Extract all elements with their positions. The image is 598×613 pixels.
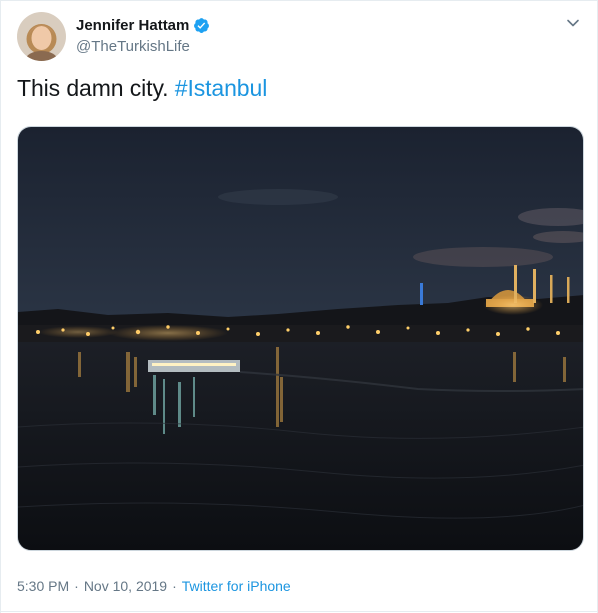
avatar[interactable] <box>17 12 66 61</box>
meta-separator: · <box>74 578 79 594</box>
tweet-date[interactable]: Nov 10, 2019 <box>84 578 167 594</box>
author-handle[interactable]: @TheTurkishLife <box>76 38 190 55</box>
author-name-row[interactable]: Jennifer Hattam <box>76 17 210 34</box>
tweet-text: This damn city. #Istanbul <box>17 74 267 102</box>
tweet-time[interactable]: 5:30 PM <box>17 578 69 594</box>
tweet-card: Jennifer Hattam @TheTurkishLife This dam… <box>0 0 598 613</box>
meta-separator: · <box>172 578 177 594</box>
chevron-down-icon[interactable] <box>565 15 581 31</box>
tweet-photo[interactable] <box>17 126 584 551</box>
divider <box>1 611 598 612</box>
author-display-name[interactable]: Jennifer Hattam <box>76 17 189 34</box>
tweet-meta: 5:30 PM · Nov 10, 2019 · Twitter for iPh… <box>17 578 291 594</box>
verified-badge-icon <box>193 17 210 34</box>
hashtag-link[interactable]: #Istanbul <box>175 75 268 101</box>
tweet-source-link[interactable]: Twitter for iPhone <box>182 578 291 594</box>
tweet-body-text: This damn city. <box>17 75 175 101</box>
